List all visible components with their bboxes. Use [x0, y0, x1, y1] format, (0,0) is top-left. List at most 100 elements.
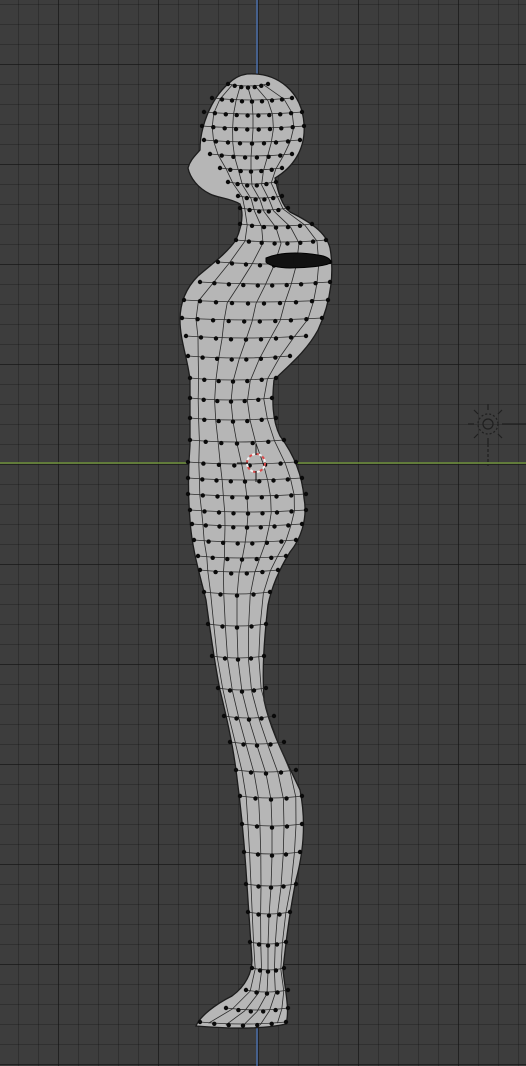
mesh-vertex[interactable] — [226, 318, 231, 324]
mesh-vertex[interactable] — [219, 97, 225, 102]
mesh-vertex[interactable] — [259, 99, 265, 104]
mesh-vertex[interactable] — [227, 688, 233, 693]
mesh-vertex[interactable] — [254, 743, 260, 748]
mesh-vertex[interactable] — [265, 943, 271, 948]
mesh-vertex[interactable] — [237, 221, 243, 227]
mesh-vertex[interactable] — [213, 300, 219, 305]
arm-bone-cluster[interactable] — [265, 252, 331, 269]
mesh-vertex[interactable] — [245, 511, 251, 516]
mesh-vertex[interactable] — [237, 205, 243, 211]
mesh-vertex[interactable] — [237, 793, 243, 799]
mesh-vertex[interactable] — [202, 417, 207, 422]
mesh-vertex[interactable] — [235, 193, 241, 199]
mesh-vertex[interactable] — [212, 281, 217, 286]
mesh-vertex[interactable] — [240, 1023, 246, 1028]
mesh-vertex[interactable] — [259, 495, 264, 500]
mesh-vertex[interactable] — [210, 555, 215, 560]
mesh-vertex[interactable] — [275, 567, 281, 573]
mesh-vertex[interactable] — [226, 1022, 231, 1028]
mesh-vertex[interactable] — [297, 137, 303, 143]
mesh-vertex[interactable] — [285, 477, 290, 482]
mesh-vertex[interactable] — [299, 521, 305, 527]
mesh-vertex[interactable] — [263, 621, 269, 627]
mesh-vertex[interactable] — [229, 300, 235, 306]
mesh-vertex[interactable] — [289, 151, 295, 157]
mesh-vertex[interactable] — [239, 557, 245, 562]
mesh-vertex[interactable] — [258, 337, 264, 342]
mesh-vertex[interactable] — [212, 1021, 217, 1026]
mesh-vertex[interactable] — [183, 333, 189, 339]
mesh-vertex[interactable] — [257, 968, 263, 973]
mesh-vertex[interactable] — [195, 317, 200, 322]
character-mesh[interactable] — [179, 73, 333, 1029]
mesh-vertex[interactable] — [279, 193, 285, 199]
mesh-vertex[interactable] — [245, 85, 251, 90]
mesh-vertex[interactable] — [272, 524, 277, 529]
mesh-vertex[interactable] — [269, 98, 275, 103]
mesh-vertex[interactable] — [251, 592, 256, 597]
mesh-vertex[interactable] — [242, 398, 247, 404]
mesh-vertex[interactable] — [273, 225, 279, 230]
mesh-vertex[interactable] — [327, 279, 333, 285]
mesh-vertex[interactable] — [277, 300, 283, 306]
mesh-vertex[interactable] — [266, 209, 271, 214]
mesh-vertex[interactable] — [206, 539, 211, 544]
sun-lamp-icon[interactable] — [468, 404, 526, 466]
mesh-vertex[interactable] — [267, 126, 273, 132]
mesh-vertex[interactable] — [261, 141, 267, 146]
mesh-vertex[interactable] — [268, 797, 274, 802]
mesh-vertex[interactable] — [238, 168, 243, 174]
mesh-vertex[interactable] — [273, 336, 279, 341]
mesh-vertex[interactable] — [269, 853, 275, 858]
mesh-vertex[interactable] — [187, 375, 193, 381]
mesh-vertex[interactable] — [303, 491, 309, 497]
mesh-vertex[interactable] — [225, 140, 231, 145]
mesh-vertex[interactable] — [278, 770, 284, 775]
mesh-vertex[interactable] — [309, 299, 315, 304]
mesh-vertex[interactable] — [201, 397, 206, 402]
mesh-vertex[interactable] — [281, 437, 287, 443]
mesh-vertex[interactable] — [259, 377, 264, 382]
mesh-vertex[interactable] — [200, 493, 205, 498]
mesh-vertex[interactable] — [239, 821, 245, 827]
mesh-vertex[interactable] — [225, 179, 231, 185]
mesh-vertex[interactable] — [259, 716, 264, 721]
mesh-vertex[interactable] — [197, 1019, 203, 1025]
mesh-vertex[interactable] — [285, 205, 291, 211]
mesh-vertex[interactable] — [244, 571, 249, 576]
mesh-vertex[interactable] — [237, 141, 243, 146]
mesh-vertex[interactable] — [275, 990, 280, 995]
mesh-vertex[interactable] — [246, 717, 252, 722]
mesh-vertex[interactable] — [239, 689, 245, 694]
mesh-vertex[interactable] — [248, 770, 254, 775]
mesh-vertex[interactable] — [269, 167, 274, 172]
mesh-vertex[interactable] — [218, 592, 223, 597]
mesh-vertex[interactable] — [187, 395, 193, 401]
mesh-vertex[interactable] — [215, 398, 220, 404]
mesh-vertex[interactable] — [271, 713, 277, 719]
mesh-vertex[interactable] — [293, 537, 299, 543]
mesh-vertex[interactable] — [245, 183, 250, 188]
mesh-vertex[interactable] — [288, 111, 294, 116]
mesh-vertex[interactable] — [202, 509, 207, 514]
mesh-vertex[interactable] — [203, 523, 208, 528]
mesh-vertex[interactable] — [279, 126, 284, 131]
mesh-vertex[interactable] — [244, 525, 250, 530]
mesh-vertex[interactable] — [262, 197, 267, 202]
mesh-vertex[interactable] — [293, 881, 299, 887]
mesh-vertex[interactable] — [273, 179, 279, 185]
mesh-vertex[interactable] — [303, 507, 309, 513]
mesh-vertex[interactable] — [256, 127, 261, 132]
mesh-vertex[interactable] — [195, 553, 201, 559]
mesh-vertex[interactable] — [242, 155, 248, 160]
mesh-vertex[interactable] — [230, 495, 235, 500]
mesh-vertex[interactable] — [286, 523, 291, 528]
mesh-vertex[interactable] — [242, 479, 248, 484]
mesh-vertex[interactable] — [281, 884, 286, 889]
mesh-vertex[interactable] — [189, 521, 195, 527]
mesh-vertex[interactable] — [253, 796, 258, 801]
mesh-vertex[interactable] — [239, 84, 244, 90]
mesh-vertex[interactable] — [234, 593, 240, 598]
mesh-vertex[interactable] — [313, 281, 318, 286]
mesh-vertex[interactable] — [269, 1021, 274, 1026]
